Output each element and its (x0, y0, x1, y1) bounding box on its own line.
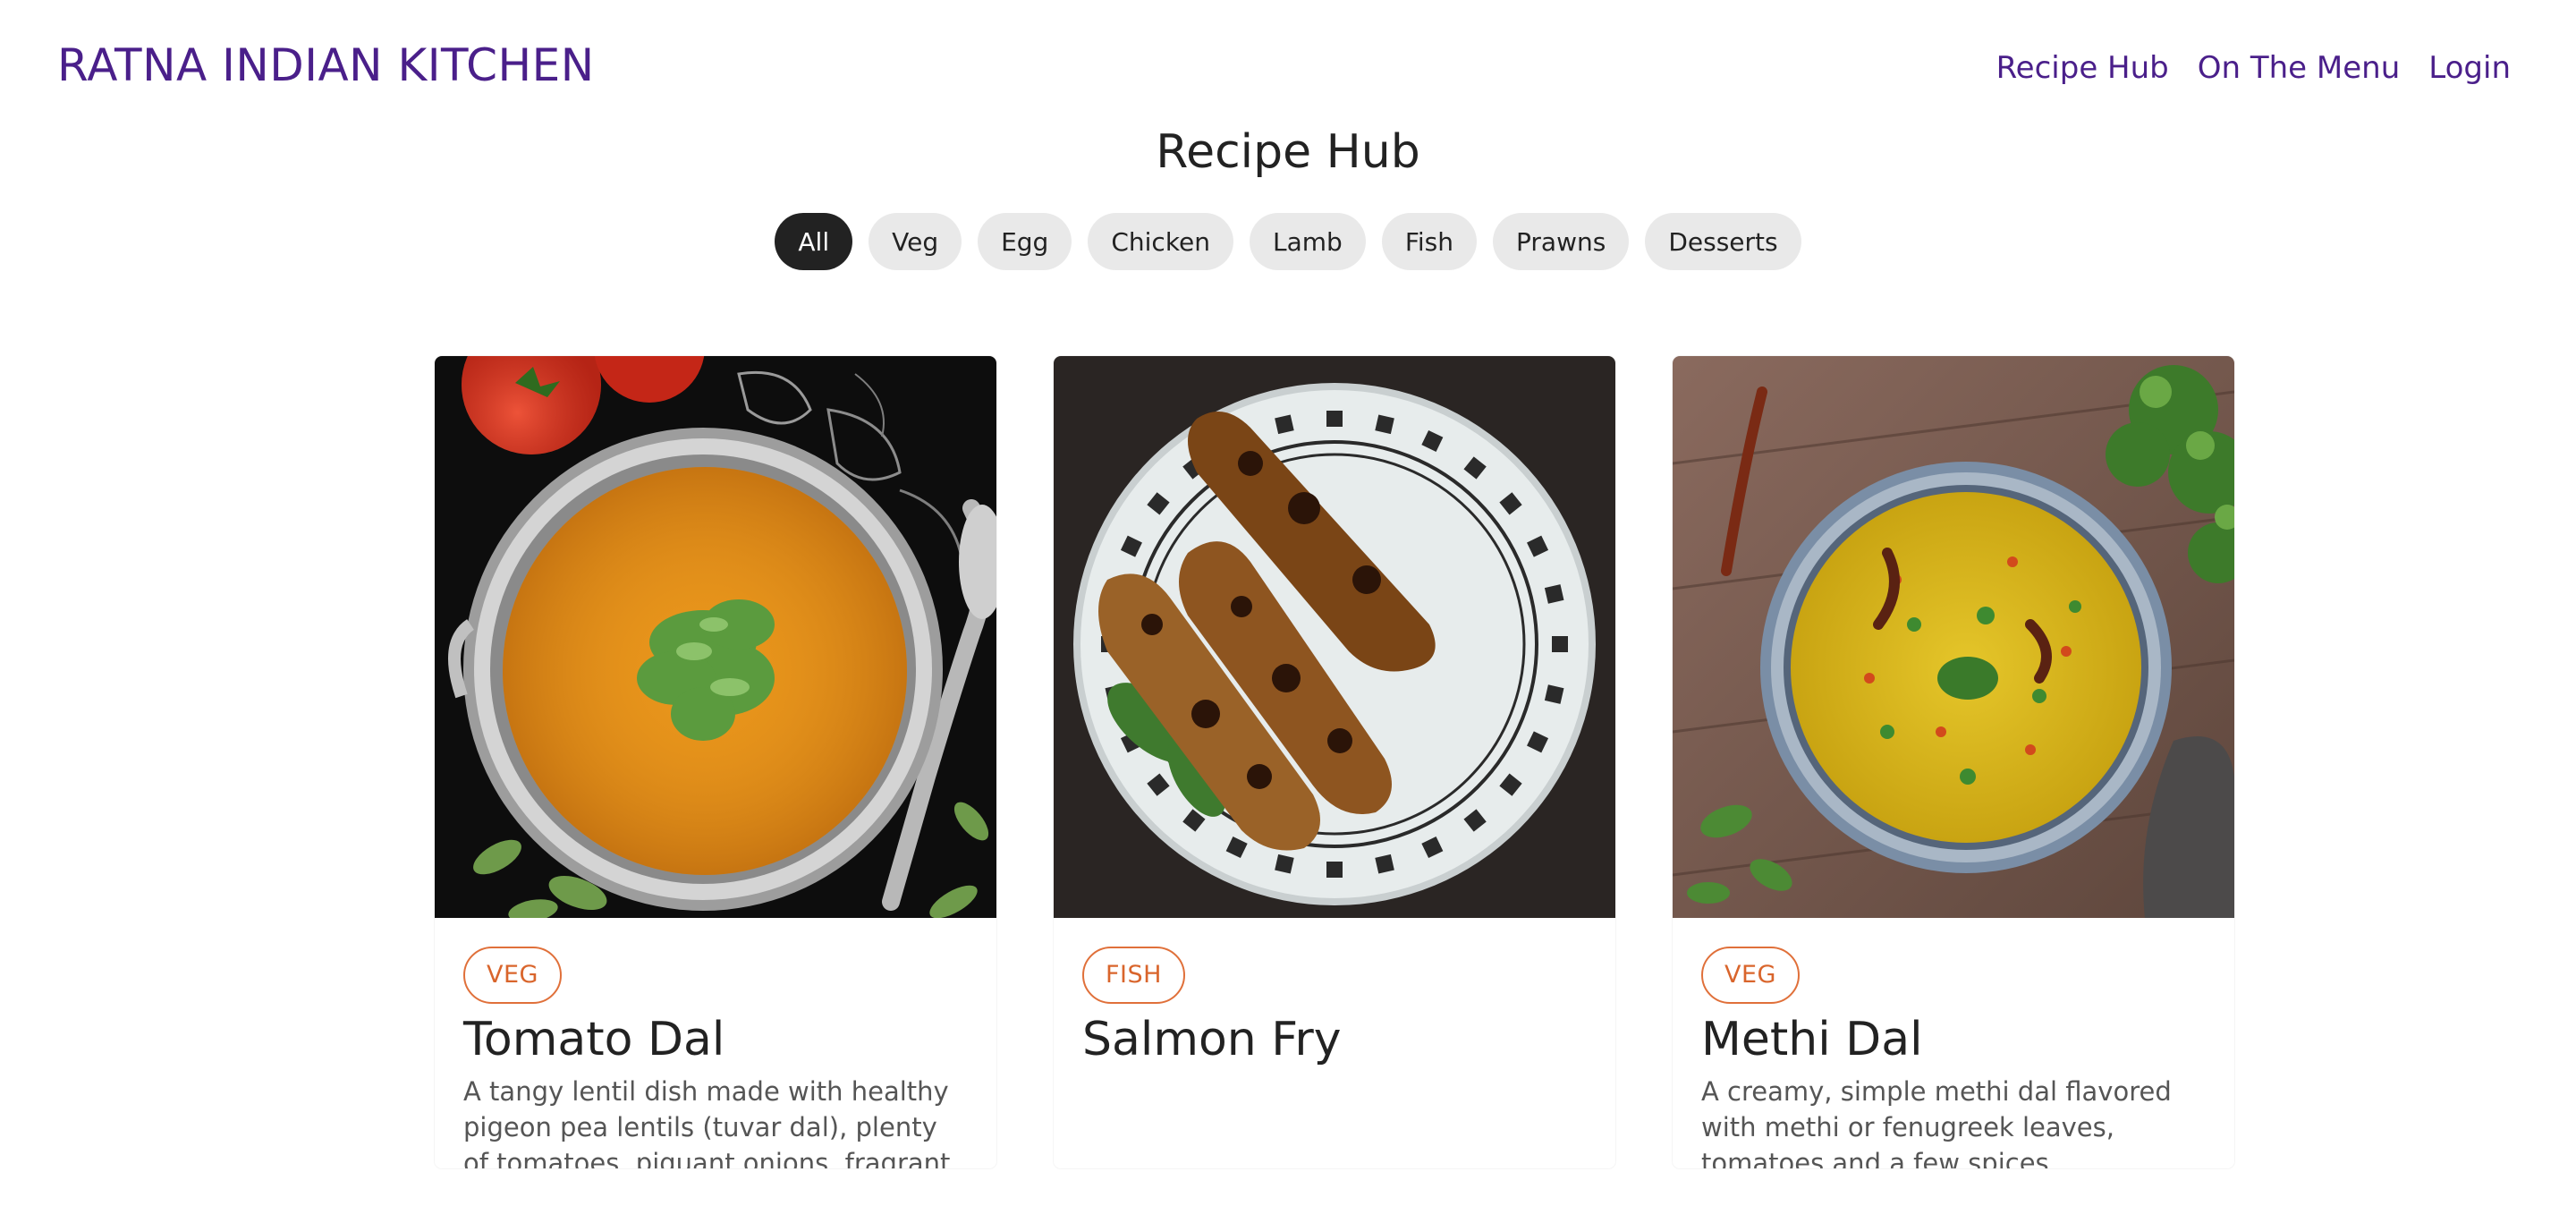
tomato-dal-photo (435, 356, 996, 918)
filter-fish[interactable]: Fish (1381, 213, 1478, 270)
filter-egg[interactable]: Egg (978, 213, 1072, 270)
filter-lamb[interactable]: Lamb (1250, 213, 1366, 270)
recipe-tag: VEG (1701, 947, 1800, 1004)
filter-chicken[interactable]: Chicken (1088, 213, 1234, 270)
main-nav: Recipe Hub On The Menu Login (1996, 50, 2511, 86)
recipe-tag: FISH (1082, 947, 1185, 1004)
recipe-title: Salmon Fry (1082, 1013, 1342, 1066)
site-header: RATNA INDIAN KITCHEN Recipe Hub On The M… (0, 0, 2576, 134)
brand-logo-link[interactable]: RATNA INDIAN KITCHEN (57, 39, 595, 91)
filter-veg[interactable]: Veg (869, 213, 962, 270)
nav-login[interactable]: Login (2428, 50, 2511, 86)
recipe-title: Methi Dal (1701, 1013, 1923, 1066)
page-title: Recipe Hub (1156, 125, 1420, 179)
recipe-description: A creamy, simple methi dal flavored with… (1701, 1076, 2172, 1168)
filter-prawns[interactable]: Prawns (1493, 213, 1630, 270)
nav-on-the-menu[interactable]: On The Menu (2198, 50, 2401, 86)
nav-recipe-hub[interactable]: Recipe Hub (1996, 50, 2169, 86)
recipe-card-grid: VEG Tomato Dal A tangy lentil dish made … (435, 356, 2234, 1168)
salmon-fry-photo: (function(){ var g = document.currentScr… (1054, 356, 1615, 918)
filter-all[interactable]: All (775, 213, 853, 270)
recipe-tag: VEG (463, 947, 562, 1004)
category-filters: All Veg Egg Chicken Lamb Fish Prawns Des… (0, 213, 2576, 270)
filter-desserts[interactable]: Desserts (1645, 213, 1801, 270)
recipe-card-methi-dal[interactable]: VEG Methi Dal A creamy, simple methi dal… (1673, 356, 2234, 1168)
methi-dal-photo (1673, 356, 2234, 918)
recipe-card-tomato-dal[interactable]: VEG Tomato Dal A tangy lentil dish made … (435, 356, 996, 1168)
recipe-card-salmon-fry[interactable]: (function(){ var g = document.currentScr… (1054, 356, 1615, 1168)
recipe-title: Tomato Dal (463, 1013, 725, 1066)
recipe-description: A tangy lentil dish made with healthy pi… (463, 1076, 951, 1168)
